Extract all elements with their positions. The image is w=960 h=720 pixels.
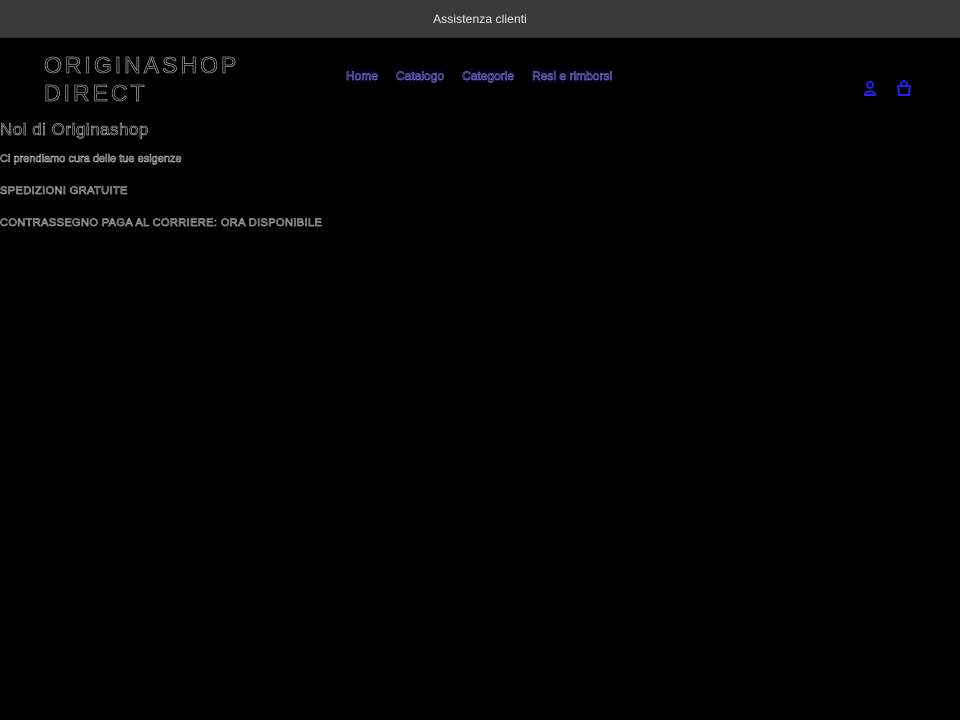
nav-item-catalogo[interactable]: Catalogo <box>396 69 445 84</box>
announcement-bar: Assistenza clienti <box>0 0 960 38</box>
tagline: Ci prendiamo cura delle tue esigenze <box>0 153 182 166</box>
announcement-text[interactable]: Assistenza clienti <box>433 12 527 26</box>
account-button[interactable] <box>862 80 878 96</box>
header-icons <box>862 80 912 96</box>
main-nav: Home Catalogo Categorie Resi e rimborsi <box>346 69 613 84</box>
nav-item-categorie[interactable]: Categorie <box>462 69 515 84</box>
cash-on-delivery-text: CONTRASSEGNO PAGA AL CORRIERE: ORA DISPO… <box>0 217 323 230</box>
cart-icon <box>897 80 911 96</box>
account-icon <box>863 81 877 96</box>
logo-link[interactable]: ORIGINASHOP DIRECT <box>44 51 244 107</box>
page-title: Noi di Originashop <box>0 120 149 140</box>
logo-line-2: DIRECT <box>44 80 148 107</box>
free-shipping-text: SPEDIZIONI GRATUITE <box>0 185 128 198</box>
site-header: ORIGINASHOP DIRECT Home Catalogo Categor… <box>0 38 960 116</box>
logo-line-1: ORIGINASHOP <box>44 52 240 79</box>
cart-button[interactable] <box>896 80 912 96</box>
nav-item-home[interactable]: Home <box>346 69 379 84</box>
nav-item-resi-e-rimborsi[interactable]: Resi e rimborsi <box>532 69 613 84</box>
main-content: Noi di Originashop Ci prendiamo cura del… <box>0 116 960 230</box>
